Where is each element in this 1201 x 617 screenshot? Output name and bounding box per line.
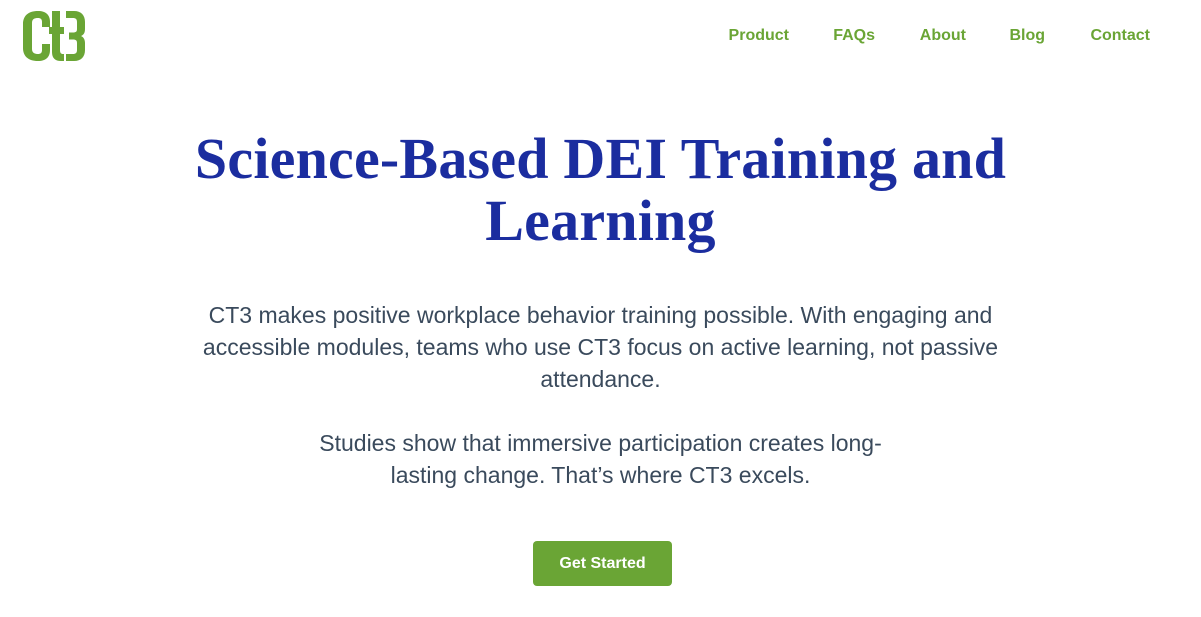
hero-subtext: Studies show that immersive participatio… (319, 430, 882, 488)
nav-contact[interactable]: Contact (1090, 26, 1150, 46)
hero-section: Science-Based DEI Training and Learning … (0, 126, 1201, 489)
site-header: Product FAQs About Blog Contact (0, 0, 1201, 80)
nav-blog[interactable]: Blog (1009, 26, 1045, 46)
hero-description: CT3 makes positive workplace behavior tr… (202, 302, 999, 392)
nav-product[interactable]: Product (729, 26, 789, 46)
hero-title: Science-Based DEI Training and Learning (194, 126, 1007, 253)
nav-faqs[interactable]: FAQs (833, 26, 875, 46)
nav-about[interactable]: About (920, 26, 966, 46)
ct3-logo[interactable] (22, 10, 86, 62)
ct3-logo-mark (23, 11, 85, 61)
get-started-button[interactable]: Get Started (533, 541, 672, 586)
